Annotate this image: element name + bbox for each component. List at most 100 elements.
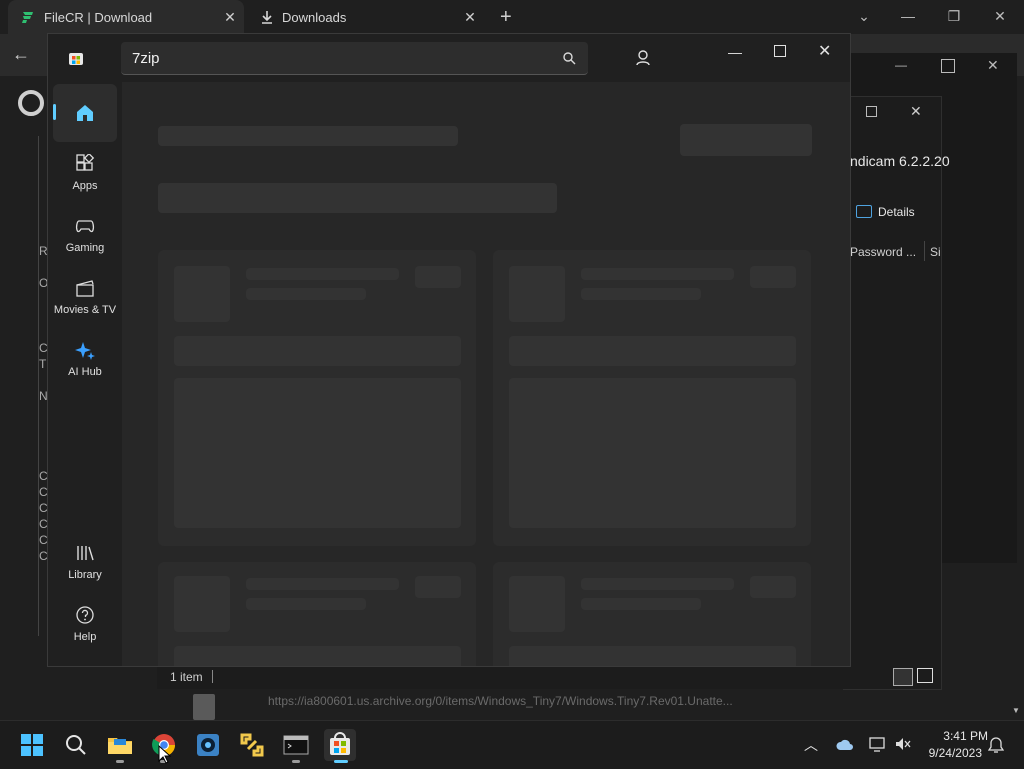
details-pane-icon [856,205,872,218]
minimize-icon[interactable]: — [898,6,918,26]
close-tab-icon[interactable]: ✕ [222,9,238,25]
volume-muted-icon[interactable] [894,736,912,752]
minimize-icon[interactable]: — [895,59,907,71]
store-icon [330,732,350,755]
nav-label: Library [68,569,102,581]
app-button[interactable] [192,729,224,761]
explorer-status-bar: 1 item [157,665,940,689]
store-main-content [122,82,850,666]
sparkle-icon [75,342,95,360]
nav-label: Gaming [65,242,105,254]
store-button[interactable] [324,729,356,763]
skeleton-card [158,250,476,546]
clock-date[interactable]: 9/24/2023 [920,746,982,760]
terminal-icon [283,735,309,755]
skeleton-line [509,336,796,366]
filecr-logo-icon [22,12,33,23]
nav-home[interactable] [53,84,117,142]
divider [212,670,213,683]
nav-gaming[interactable]: Gaming [53,208,117,266]
windows-logo-icon [21,734,43,756]
nav-label: Movies & TV [53,304,117,316]
store-logo-icon [69,53,83,65]
nav-library[interactable]: Library [53,535,117,593]
minimize-icon[interactable]: — [728,44,742,60]
skeleton-card [158,562,476,666]
download-url[interactable]: https://ia800601.us.archive.org/0/items/… [268,694,733,708]
close-window-icon[interactable]: ✕ [990,6,1010,26]
search-icon [66,735,86,755]
active-indicator [53,104,56,120]
account-icon[interactable] [636,50,650,66]
notification-bell-icon[interactable] [988,736,1004,754]
gamepad-icon [75,220,95,233]
skeleton-line [246,598,366,610]
scroll-down-icon[interactable]: ▼ [1012,706,1020,715]
chevron-up-icon[interactable]: ︿ [804,735,818,755]
network-icon[interactable] [868,736,886,752]
tiles-view-icon[interactable] [917,668,933,683]
nav-apps[interactable]: Apps [53,146,117,204]
restore-icon[interactable]: ❐ [944,6,964,26]
skeleton-line [246,578,399,590]
skeleton-button [415,266,461,288]
store-title-bar: 7zip — ✕ [48,34,850,82]
details-view-icon[interactable] [893,668,913,686]
onedrive-icon[interactable] [836,737,854,753]
tab-filecr[interactable]: FileCR | Download ✕ [8,0,244,34]
start-button[interactable] [16,729,48,761]
skeleton-button [415,576,461,598]
skeleton-line [581,288,701,300]
nav-ai-hub[interactable]: AI Hub [53,332,117,390]
clapperboard-icon [76,280,94,297]
window-title: ndicam 6.2.2.20 [850,153,950,169]
tab-title: Downloads [282,9,347,25]
file-explorer-button[interactable] [104,729,136,763]
app-icon [197,734,219,756]
nav-label: Help [73,631,97,643]
skeleton-line [246,268,399,280]
chevron-down-icon[interactable]: ⌄ [854,6,874,26]
active-indicator [334,760,348,763]
maximize-icon[interactable] [941,59,955,73]
store-sidebar: Apps Gaming Movies & TV AI Hub Library H… [48,82,122,666]
maximize-icon[interactable] [866,106,877,117]
new-tab-button[interactable]: + [500,7,518,27]
running-indicator [292,760,300,763]
home-icon [77,105,93,121]
search-button[interactable] [60,729,92,761]
close-window-icon[interactable]: ✕ [818,41,831,61]
skeleton-line [174,336,461,366]
details-button[interactable]: Details [878,205,915,219]
close-window-icon[interactable]: ✕ [987,57,999,74]
skeleton-subtitle [158,183,557,213]
skeleton-image [174,378,461,528]
skeleton-line [581,578,734,590]
skeleton-card [493,250,811,546]
app-button[interactable] [236,729,268,761]
tab-downloads[interactable]: Downloads ✕ [252,0,488,34]
divider [924,241,925,261]
clock-time[interactable]: 3:41 PM [920,729,988,743]
search-input[interactable]: 7zip [132,50,160,67]
skeleton-icon [174,266,230,322]
nav-help[interactable]: Help [53,597,117,655]
folder-icon [108,738,132,754]
skeleton-filter [680,124,812,156]
chrome-logo-icon [18,90,44,116]
search-icon[interactable] [563,52,576,65]
back-arrow-icon[interactable]: ← [12,44,32,64]
download-icon [262,11,272,24]
close-window-icon[interactable]: ✕ [910,103,922,120]
column-header-password[interactable]: Password ... [850,245,916,259]
close-tab-icon[interactable]: ✕ [462,9,478,25]
search-box[interactable]: 7zip [121,42,588,75]
yellow-arrows-icon [240,733,264,757]
terminal-button[interactable] [280,729,312,763]
library-icon [77,546,94,561]
maximize-icon[interactable] [774,45,786,57]
nav-movies-tv[interactable]: Movies & TV [53,270,117,328]
column-header-size[interactable]: Si [930,245,941,259]
windows-taskbar: ︿ 3:41 PM 9/24/2023 [0,720,1024,769]
microsoft-store-window: 7zip — ✕ Apps Gaming Movies & TV AI Hub [47,33,851,667]
